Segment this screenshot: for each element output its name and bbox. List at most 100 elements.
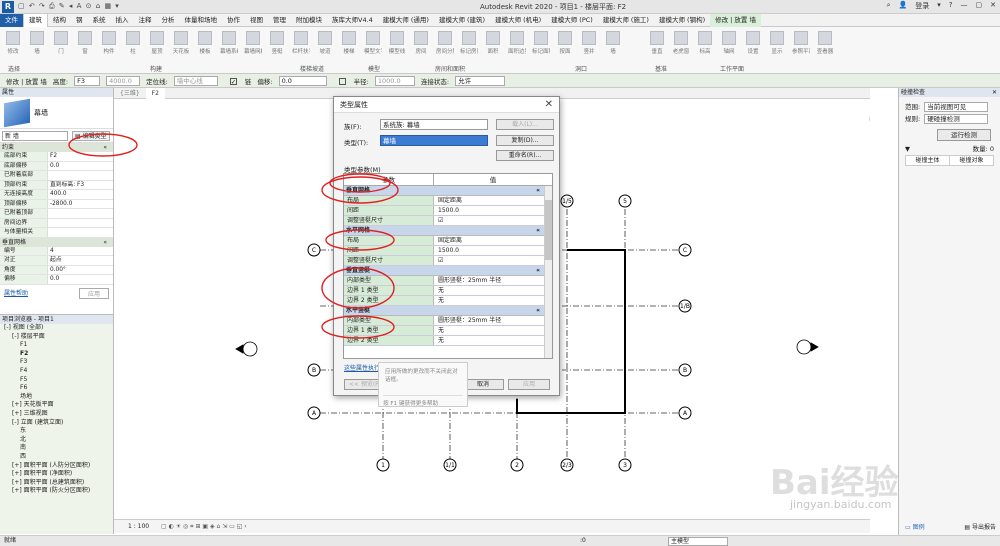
height-level-select[interactable]: F3 [74, 75, 101, 86]
browser-item[interactable]: F1 [2, 341, 113, 350]
param-value[interactable]: 无 [434, 296, 552, 305]
type-parameters-grid[interactable]: 参数值 垂直网格 «布局 固定距离 间距 1500.0 调整竖梃尺寸 ☑ 水平网格 «布局 固定距… [343, 173, 553, 359]
view-control-icons[interactable]: ▢ ◐ ☀ ◎ ⌗ ⊞ ▣ ◈ ⌂ ⇲ ▭ ◱ ‹ [161, 523, 247, 530]
properties-help-link[interactable]: 属性帮助 [4, 288, 28, 299]
ribbon-button-4[interactable]: 构件 [100, 31, 118, 55]
browser-item[interactable]: 北 [2, 436, 113, 445]
browser-item[interactable]: F6 [2, 384, 113, 393]
property-row[interactable]: 已附着顶部 [0, 209, 113, 219]
property-row[interactable]: 对正 起点 [0, 256, 113, 266]
property-row[interactable]: 房间边界 [0, 218, 113, 228]
property-value[interactable]: 4 [48, 247, 113, 256]
tab-0[interactable]: 文件 [0, 13, 23, 27]
param-value[interactable]: ☑ [434, 256, 552, 265]
param-section[interactable]: 水平网格 « [344, 226, 552, 236]
param-value[interactable]: 固定距离 [434, 196, 552, 205]
property-value[interactable]: -2800.0 [48, 200, 113, 209]
property-row[interactable]: 顶部偏移 -2800.0 [0, 199, 113, 209]
minimize-button[interactable]: — [961, 1, 968, 11]
main-model-select[interactable]: 主模型 [668, 537, 728, 546]
tab-2[interactable]: 结构 [48, 14, 71, 27]
ribbon-button-16[interactable]: 模型线 [388, 31, 406, 55]
constraints-section[interactable]: 约束 « [0, 143, 113, 152]
browser-item[interactable]: F5 [2, 376, 113, 385]
property-row[interactable]: 顶部约束 直到标高: F3 [0, 180, 113, 190]
ribbon-button-6[interactable]: 屋顶 [148, 31, 166, 55]
vertical-grid-section[interactable]: 垂直网格 « [0, 237, 113, 247]
tab-16[interactable]: 建模大师 (机电) [490, 14, 546, 27]
tab-11[interactable]: 管理 [268, 14, 291, 27]
collapse-icon[interactable]: « [536, 266, 540, 275]
property-value[interactable]: 0.0 [48, 275, 113, 284]
offset-input[interactable]: 0.0 [278, 75, 327, 86]
ribbon-button-7[interactable]: 天花板 [172, 31, 190, 55]
browser-item[interactable]: [-] 楼层平面 [2, 333, 113, 342]
param-value[interactable]: 无 [434, 336, 552, 345]
property-row[interactable]: 角度 0.00° [0, 265, 113, 275]
tab-18[interactable]: 建模大师 (施工) [598, 14, 654, 27]
browser-item[interactable]: [+] 面积平面 (人防分区面积) [2, 462, 113, 471]
tab-7[interactable]: 分析 [157, 14, 180, 27]
ribbon-button-27[interactable]: 老虎窗 [672, 31, 690, 55]
ribbon-button-29[interactable]: 轴网 [720, 31, 738, 55]
tab-9[interactable]: 协作 [222, 14, 245, 27]
ribbon-button-11[interactable]: 竖梃 [268, 31, 286, 55]
dialog-close-button[interactable]: ✕ [545, 99, 553, 110]
location-line-select[interactable]: 墙中心线 [173, 75, 218, 86]
ribbon-button-3[interactable]: 窗 [76, 31, 94, 55]
collapse-icon[interactable]: « [536, 186, 540, 195]
param-value[interactable]: 固定距离 [434, 236, 552, 245]
tab-4[interactable]: 系统 [88, 14, 111, 27]
param-row[interactable]: 布局 固定距离 [344, 236, 552, 246]
ribbon-button-21[interactable]: 面积边界 [508, 31, 526, 55]
rule-select[interactable]: 硬碰撞检测 [924, 114, 989, 124]
run-detection-button[interactable]: 运行检测 [937, 129, 991, 141]
radius-checkbox[interactable] [338, 78, 346, 85]
view-tab[interactable]: F2 [145, 87, 165, 99]
property-value[interactable]: F2 [48, 152, 113, 161]
rename-button[interactable]: 重命名(R)... [496, 150, 554, 161]
collapse-icon[interactable]: « [536, 226, 540, 235]
sign-in-link[interactable]: 登录 [915, 1, 929, 11]
property-value[interactable] [48, 219, 113, 228]
property-row[interactable]: 偏移 0.0 [0, 275, 113, 285]
property-value[interactable]: 0.0 [48, 162, 113, 171]
tab-10[interactable]: 视图 [245, 14, 268, 27]
apply-button[interactable]: 应用 [78, 287, 109, 299]
tab-14[interactable]: 建模大师 (通用) [378, 14, 434, 27]
tab-17[interactable]: 建模大师 (PC) [546, 14, 598, 27]
column-clash-object[interactable]: 碰撞对象 [950, 156, 993, 165]
join-status-select[interactable]: 允许 [455, 75, 506, 86]
revit-logo-icon[interactable]: R [2, 0, 14, 13]
browser-item[interactable]: 东 [2, 427, 113, 436]
param-row[interactable]: 调整竖梃尺寸 ☑ [344, 256, 552, 266]
ribbon-button-19[interactable]: 标记房间 [460, 31, 478, 55]
param-value[interactable]: 1500.0 [434, 206, 552, 215]
search-icon[interactable]: ⌕ [887, 1, 891, 11]
grid-scrollbar[interactable] [544, 186, 552, 358]
param-row[interactable]: 内部类型 圆形竖梃：25mm 半径 [344, 316, 552, 326]
ribbon-button-28[interactable]: 标高 [696, 31, 714, 55]
ribbon-button-1[interactable]: 墙 [28, 31, 46, 55]
property-row[interactable]: 底部约束 F2 [0, 152, 113, 162]
param-section[interactable]: 垂直网格 « [344, 186, 552, 196]
tab-13[interactable]: 族库大师V4.4 [327, 14, 378, 27]
ribbon-button-5[interactable]: 柱 [124, 31, 142, 55]
property-value[interactable] [48, 171, 113, 180]
tab-8[interactable]: 体量和场地 [180, 14, 223, 27]
param-row[interactable]: 内部类型 圆形竖梃：25mm 半径 [344, 276, 552, 286]
export-report-button[interactable]: ▤ 导出报告 [964, 522, 996, 531]
ribbon-button-30[interactable]: 设置 [744, 31, 762, 55]
param-value[interactable]: ☑ [434, 216, 552, 225]
param-row[interactable]: 间距 1500.0 [344, 246, 552, 256]
ribbon-button-22[interactable]: 标记面积 [532, 31, 550, 55]
ribbon-button-12[interactable]: 栏杆扶手 [292, 31, 310, 55]
close-icon[interactable]: ✕ [992, 88, 997, 97]
ribbon-button-23[interactable]: 按面 [556, 31, 574, 55]
ribbon-button-17[interactable]: 房间 [412, 31, 430, 55]
apply-dialog-button[interactable]: 应用 [508, 379, 550, 390]
property-value[interactable]: 起点 [48, 256, 113, 265]
height-value-input[interactable]: 4000.0 [106, 75, 141, 86]
tab-6[interactable]: 注释 [134, 14, 157, 27]
param-row[interactable]: 边界 1 类型无 [344, 286, 552, 296]
